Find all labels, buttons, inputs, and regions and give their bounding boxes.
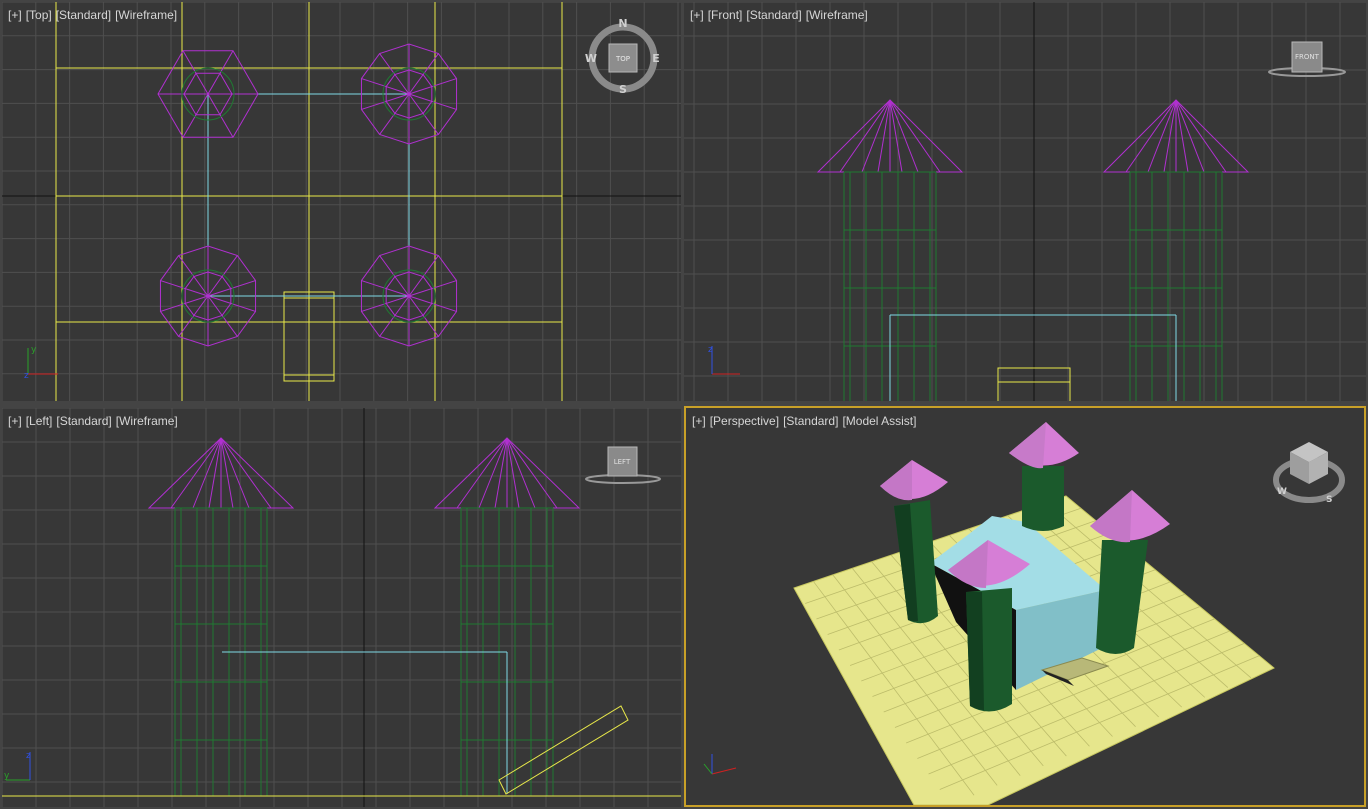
viewport-label-left: [+] [Left] [Standard] [Wireframe] <box>8 414 182 428</box>
grid <box>2 2 681 401</box>
viewport-menu-button[interactable]: [+] <box>692 414 706 428</box>
compass-s-label: S <box>619 83 627 96</box>
viewport-label-front: [+] [Front] [Standard] [Wireframe] <box>690 8 872 22</box>
shading-mode-button[interactable]: [Standard] <box>56 8 111 22</box>
viewcube-front[interactable]: FRONT <box>1268 41 1346 77</box>
towers-top <box>157 43 458 347</box>
viewcube-face-label: LEFT <box>614 458 631 466</box>
compass-w-label: W <box>585 52 597 65</box>
view-type-button[interactable]: [Top] <box>26 8 52 22</box>
viewport-front[interactable]: FRONT z [+] [Front] [Standard] [Wireframe] <box>684 2 1366 401</box>
shading-mode-button[interactable]: [Standard] <box>746 8 801 22</box>
shading-mode-button[interactable]: [Standard] <box>56 414 111 428</box>
front-view-canvas: FRONT z <box>684 2 1366 401</box>
towers-front <box>816 99 1250 401</box>
shading-mode-button[interactable]: [Standard] <box>783 414 838 428</box>
viewcube-perspective[interactable]: W S <box>1273 442 1345 505</box>
axis-y-label: y <box>4 771 10 781</box>
axis-z-label: z <box>26 751 31 761</box>
viewcube-face-label: FRONT <box>1295 53 1320 61</box>
view-type-button[interactable]: [Left] <box>26 414 53 428</box>
ground-plane-wire <box>55 2 563 401</box>
axis-tripod-icon: z y <box>4 751 31 781</box>
viewport-menu-button[interactable]: [+] <box>8 8 22 22</box>
viewport-label-top: [+] [Top] [Standard] [Wireframe] <box>8 8 181 22</box>
display-mode-button[interactable]: [Model Assist] <box>842 414 916 428</box>
viewport-menu-button[interactable]: [+] <box>690 8 704 22</box>
viewcube-face-label: TOP <box>615 55 630 63</box>
compass-w-label: W <box>1277 487 1287 497</box>
grid <box>684 2 1366 401</box>
top-view-canvas: TOP N S E W y z <box>2 2 681 401</box>
display-mode-button[interactable]: [Wireframe] <box>806 8 868 22</box>
viewport-perspective[interactable]: W S [+] [Perspective] [Standard] [Model Ass… <box>684 406 1366 807</box>
axis-tripod-icon: y z <box>24 345 58 381</box>
grid <box>2 408 681 807</box>
view-type-button[interactable]: [Front] <box>708 8 743 22</box>
viewport-menu-button[interactable]: [+] <box>8 414 22 428</box>
axis-z-label: z <box>708 345 713 355</box>
view-type-button[interactable]: [Perspective] <box>710 414 779 428</box>
viewcube-top[interactable]: TOP N S E W <box>585 17 660 96</box>
perspective-view-canvas: W S <box>703 422 1345 805</box>
display-mode-button[interactable]: [Wireframe] <box>115 8 177 22</box>
axis-z-label: z <box>24 371 29 381</box>
compass-n-label: N <box>618 17 627 30</box>
compass-e-label: E <box>652 52 660 65</box>
display-mode-button[interactable]: [Wireframe] <box>116 414 178 428</box>
viewport-top[interactable]: TOP N S E W y z [+] [Top] [Standard] [Wiref… <box>2 2 681 401</box>
axis-tripod-icon: z <box>708 345 740 375</box>
compass-s-label: S <box>1326 495 1332 505</box>
axis-tripod-icon <box>703 754 737 775</box>
left-view-canvas: LEFT z y <box>2 408 681 807</box>
viewport-left[interactable]: LEFT z y [+] [Left] [Standard] [Wireframe] <box>2 408 681 807</box>
viewport-label-perspective: [+] [Perspective] [Standard] [Model Assist] <box>692 414 920 428</box>
axis-y-label: y <box>31 345 37 355</box>
viewcube-left[interactable]: LEFT <box>585 446 661 484</box>
building-wire <box>889 314 1177 401</box>
